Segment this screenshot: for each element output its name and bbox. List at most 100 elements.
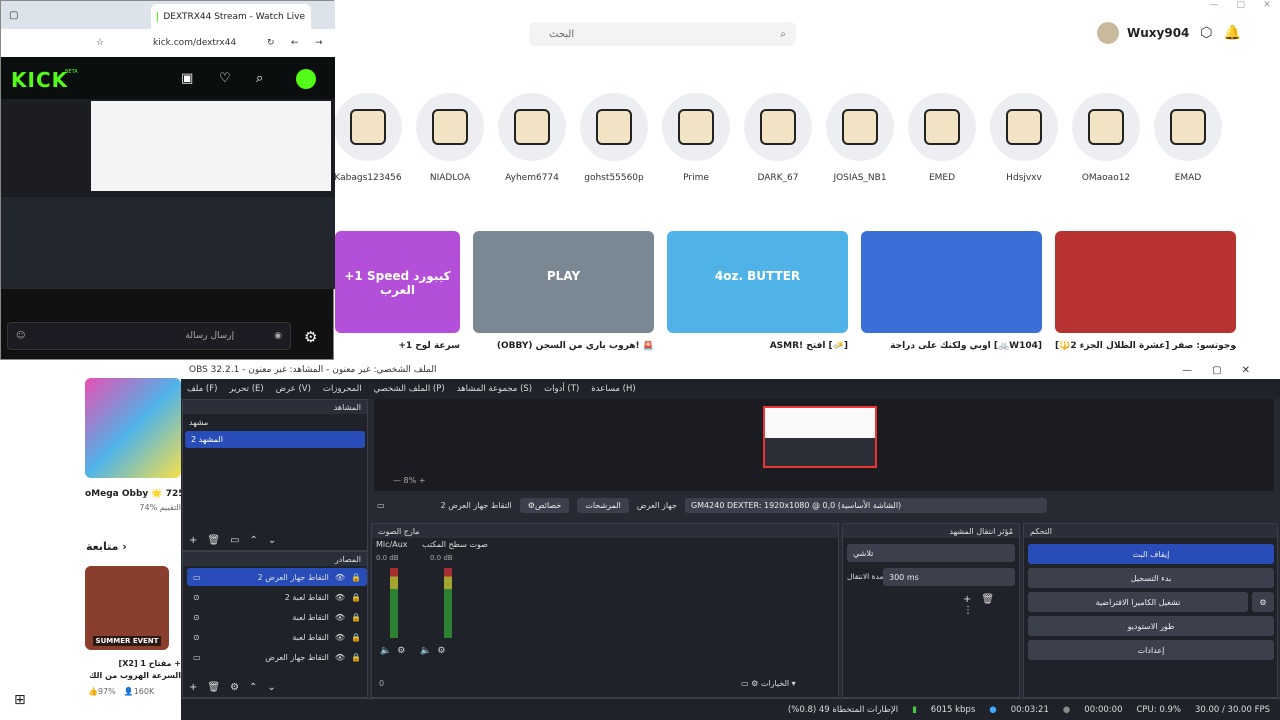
menu-item[interactable]: المحروزات (323, 384, 362, 394)
eye-icon[interactable]: 👁 (335, 653, 345, 662)
following-heading[interactable]: متابعة › (86, 540, 127, 553)
maximize-icon[interactable]: ▢ (1236, 0, 1245, 14)
menu-item[interactable]: أدوات (T) (544, 384, 579, 394)
lock-icon[interactable]: 🔒 (351, 613, 361, 622)
game-title[interactable]: أوبي ولكنك على دراجة [🚲W104] (861, 341, 1042, 351)
lock-icon[interactable]: 🔒 (351, 633, 361, 642)
friend-item[interactable]: Kabags123456 (333, 93, 403, 183)
preview-source[interactable] (763, 406, 877, 468)
friend-name[interactable]: OMaoao12 (1071, 173, 1141, 183)
menu-item[interactable]: مجموعة المشاهد (S) (457, 384, 532, 394)
friend-name[interactable]: NIADLOA (415, 173, 485, 183)
friend-name[interactable]: Kabags123456 (333, 173, 403, 183)
following-icon[interactable]: ▣ (181, 71, 193, 86)
menu-item[interactable]: ملف (F) (187, 384, 217, 394)
friend-item[interactable]: NIADLOA (415, 93, 485, 183)
friend-avatar[interactable] (662, 93, 730, 161)
window-controls[interactable]: —▢✕ (1182, 365, 1270, 376)
stream-video[interactable] (1, 99, 335, 289)
friend-name[interactable]: Hdsjvxv (989, 173, 1059, 183)
source-item[interactable]: ⊙ التقاط لعبة 2 👁 🔒 (187, 588, 367, 606)
friend-name[interactable]: EMED (907, 173, 977, 183)
reload-icon[interactable]: ↻ (267, 38, 275, 48)
tab-active[interactable]: DEXTRX44 Stream - Watch Live (151, 4, 311, 29)
source-item[interactable]: ▭ التقاط جهاز العرض 2 👁 🔒 (187, 568, 367, 586)
friend-item[interactable]: Hdsjvxv (989, 93, 1059, 183)
friend-name[interactable]: EMAD (1153, 173, 1223, 183)
friend-avatar[interactable] (416, 93, 484, 161)
game-thumbnail[interactable]: SUMMER EVENT (85, 566, 169, 650)
avatar[interactable] (1097, 22, 1119, 44)
friend-avatar[interactable] (744, 93, 812, 161)
menu-item[interactable]: تحرير (E) (229, 384, 263, 394)
friend-name[interactable]: DARK_67 (743, 173, 813, 183)
scene-item[interactable]: مشهد (183, 414, 367, 431)
friend-name[interactable]: Prime (661, 173, 731, 183)
game-title[interactable]: oMega Obby 🌟 725 (85, 489, 181, 499)
eye-icon[interactable]: 👁 (335, 633, 345, 642)
friend-name[interactable]: gohst55560p (579, 173, 649, 183)
scene-toolbar[interactable]: +🗑▭⌃⌄ (189, 535, 286, 546)
menu-item[interactable]: عرض (V) (276, 384, 311, 394)
transition-select[interactable]: تلاشي (847, 544, 1015, 562)
username[interactable]: Wuxy904 (1127, 26, 1189, 40)
source-toolbar-buttons[interactable]: +🗑⚙⌃⌄ (189, 682, 286, 693)
friend-item[interactable]: DARK_67 (743, 93, 813, 183)
friend-item[interactable]: OMaoao12 (1071, 93, 1141, 183)
gear-icon[interactable]: ⚙ (1252, 592, 1274, 612)
source-item[interactable]: ▭ التقاط جهاز العرض 👁 🔒 (187, 648, 367, 666)
minimize-icon[interactable]: — (1209, 0, 1218, 14)
eye-icon[interactable]: 👁 (335, 593, 345, 602)
friend-avatar[interactable] (990, 93, 1058, 161)
friend-item[interactable]: EMAD (1153, 93, 1223, 183)
forward-icon[interactable]: → (315, 38, 323, 48)
duration-input[interactable]: 300 ms (883, 568, 1015, 586)
friend-name[interactable]: Ayhem6774 (497, 173, 567, 183)
friend-item[interactable]: Ayhem6774 (497, 93, 567, 183)
chat-input[interactable]: ☺ إرسال رسالة ◉ (7, 322, 291, 350)
friend-item[interactable]: EMED (907, 93, 977, 183)
star-icon[interactable]: ☆ (96, 38, 104, 48)
zoom-control[interactable]: — 8% + (393, 476, 426, 485)
control-button[interactable]: إعدادات (1028, 640, 1274, 660)
eye-icon[interactable]: 👁 (335, 613, 345, 622)
game-thumbnail[interactable] (1055, 231, 1236, 333)
source-item[interactable]: ⊙ التقاط لعبة 👁 🔒 (187, 608, 367, 626)
control-button[interactable]: تشغيل الكاميرا الافتراضية (1028, 592, 1248, 612)
game-title[interactable]: (OBBY) هروب باري من السجن! 🚨 (473, 341, 654, 351)
friend-avatar[interactable] (826, 93, 894, 161)
chat-send-icon[interactable]: ◉ (274, 331, 282, 341)
tab-icon[interactable]: ▢ (9, 10, 18, 21)
lock-icon[interactable]: 🔒 (351, 593, 361, 602)
heart-icon[interactable]: ♡ (219, 71, 231, 86)
game-title[interactable]: +1 سرعة لوح (335, 341, 460, 351)
kick-logo[interactable]: KICK (11, 68, 68, 92)
lock-icon[interactable]: 🔒 (351, 573, 361, 582)
game-thumbnail[interactable] (85, 378, 181, 478)
control-button[interactable]: إيقاف البث (1028, 544, 1274, 564)
properties-button[interactable]: ⚙ خصائص (519, 497, 570, 513)
mixer-mute-icons[interactable]: 🔈⚙ 🔈⚙ (380, 646, 451, 656)
friend-avatar[interactable] (1072, 93, 1140, 161)
source-item[interactable]: ⊙ التقاط لعبة 👁 🔒 (187, 628, 367, 646)
gear-icon[interactable]: ⚙ (304, 328, 317, 346)
control-button[interactable]: بدء التسجيل (1028, 568, 1274, 588)
friend-avatar[interactable] (1154, 93, 1222, 161)
options-button[interactable]: ▭ ⚙ الخيارات ▾ (741, 679, 796, 688)
url-text[interactable]: kick.com/dextrx44 (153, 38, 236, 48)
game-thumbnail[interactable] (861, 231, 1042, 333)
windows-icon[interactable]: ⊞ (14, 692, 26, 708)
game-thumbnail[interactable]: 4oz. BUTTER (667, 231, 848, 333)
scene-item[interactable]: المشهد 2 (185, 431, 365, 448)
filters-button[interactable]: المرشحات (577, 497, 629, 513)
robux-icon[interactable]: ⬡ (1197, 24, 1215, 42)
friend-avatar[interactable] (334, 93, 402, 161)
back-icon[interactable]: ← (291, 38, 299, 48)
window-controls[interactable]: —▢✕ (1200, 0, 1280, 14)
avatar[interactable] (296, 69, 316, 89)
friend-item[interactable]: JOSIAS_NB1 (825, 93, 895, 183)
bell-icon[interactable]: 🔔 (1223, 24, 1241, 42)
search-icon[interactable]: ⌕ (256, 71, 263, 86)
friend-avatar[interactable] (498, 93, 566, 161)
emoji-icon[interactable]: ☺ (16, 331, 25, 341)
